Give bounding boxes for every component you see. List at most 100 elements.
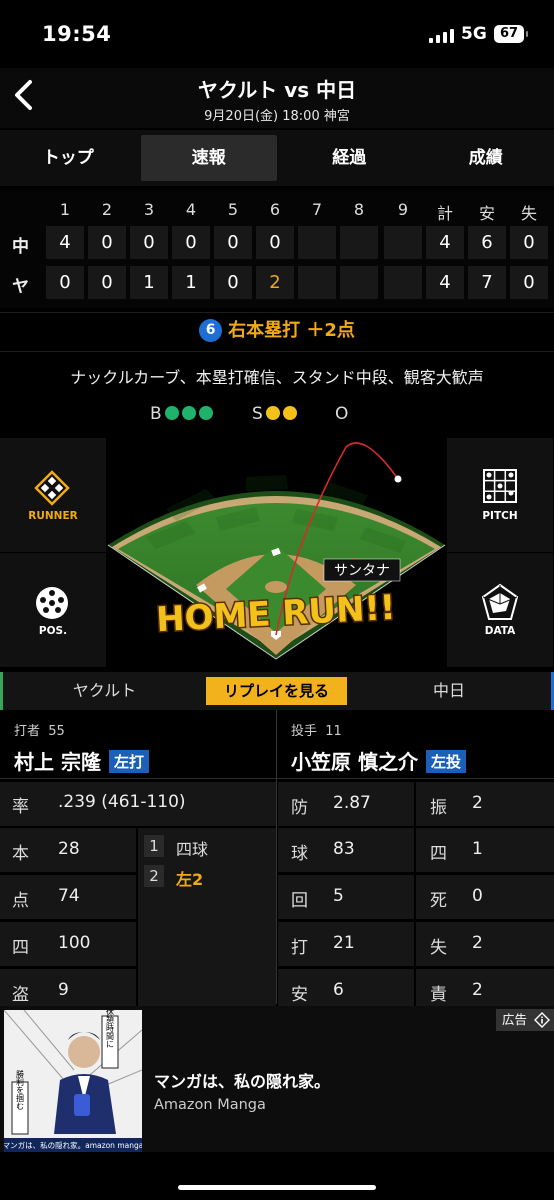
inning-header: 4 bbox=[185, 200, 197, 219]
out-count: O bbox=[335, 404, 348, 424]
pitcher-name-row: 小笠原 慎之介 左投 bbox=[291, 746, 466, 775]
stats-top-divider bbox=[0, 778, 554, 779]
at-bat-number: 2 bbox=[144, 865, 164, 887]
at-bat-result: 四球 bbox=[176, 840, 209, 859]
pitcher-label: 投手 11 bbox=[291, 724, 342, 739]
pitch-button[interactable]: PITCH bbox=[447, 438, 553, 552]
runner-label: RUNNER bbox=[28, 510, 78, 522]
inning-score: 1 bbox=[172, 266, 210, 299]
inning-score: 0 bbox=[130, 226, 168, 259]
pitcher-stat-label: 防 bbox=[291, 798, 308, 818]
total-header: 安 bbox=[478, 204, 495, 223]
batter-stat-label: 点 bbox=[12, 891, 29, 911]
pitcher-stat-label-2: 四 bbox=[430, 844, 447, 864]
play-result-text: 右本塁打 ＋2点 bbox=[228, 320, 355, 341]
ad-image[interactable]: 休憩時間に 勝利を掴む マンガは、私の隠れ家。amazon manga bbox=[3, 1007, 143, 1152]
page-title: ヤクルト vs 中日 bbox=[197, 78, 357, 102]
pitch-chart-icon bbox=[483, 469, 517, 503]
bottom-area bbox=[0, 1152, 554, 1200]
inning-header: 1 bbox=[59, 200, 71, 219]
batter-stat-label: 盗 bbox=[12, 985, 29, 1005]
pitcher-stat-value: 21 bbox=[333, 933, 355, 953]
batter-name-row: 村上 宗隆 左打 bbox=[14, 746, 149, 775]
pitcher-stat-value-2: 2 bbox=[472, 980, 483, 1000]
pitcher-stat-value: 83 bbox=[333, 839, 355, 859]
info-icon bbox=[534, 1012, 550, 1028]
inning-score bbox=[340, 226, 378, 259]
team-initial: ヤ bbox=[12, 277, 29, 297]
out-label: O bbox=[335, 404, 349, 424]
pitcher-stat-value: 6 bbox=[333, 980, 344, 1000]
inning-header: 3 bbox=[143, 200, 155, 219]
tab-top[interactable]: トップ bbox=[0, 130, 137, 186]
replay-button[interactable]: リプレイを見る bbox=[206, 677, 347, 705]
batter-stat-value: 100 bbox=[58, 933, 91, 953]
batter-avg-label: 率 bbox=[12, 797, 29, 817]
pitcher-stat-value-2: 1 bbox=[472, 839, 483, 859]
ad-title[interactable]: マンガは、私の隠れ家。 bbox=[154, 1068, 330, 1092]
pitcher-stat-label: 安 bbox=[291, 985, 308, 1005]
batter-name: 村上 宗隆 bbox=[14, 750, 101, 774]
batter-label: 打者 55 bbox=[14, 724, 65, 739]
home-team-tab[interactable]: ヤクルト bbox=[0, 672, 206, 710]
fielder-name: サンタナ bbox=[334, 563, 390, 579]
tab-live[interactable]: 速報 bbox=[140, 135, 277, 181]
ball-label: B bbox=[150, 404, 162, 424]
inning-score: 0 bbox=[88, 266, 126, 299]
pitcher-stat-value-2: 2 bbox=[472, 933, 483, 953]
ad-illustration: 休憩時間に 勝利を掴む マンガは、私の隠れ家。amazon manga bbox=[3, 1007, 143, 1152]
total-score: 4 bbox=[426, 266, 464, 299]
inning-header: 7 bbox=[311, 200, 323, 219]
pitcher-stat-label-2: 失 bbox=[430, 938, 447, 958]
position-label: POS. bbox=[38, 625, 68, 637]
inning-header: 2 bbox=[101, 200, 113, 219]
tab-progress[interactable]: 経過 bbox=[281, 130, 418, 186]
ball-count: B bbox=[150, 404, 213, 424]
total-score: 7 bbox=[468, 266, 506, 299]
ad-image-caption: マンガは、私の隠れ家。amazon manga bbox=[4, 1140, 142, 1150]
ball-dot bbox=[198, 406, 213, 420]
position-button[interactable]: POS. bbox=[0, 553, 106, 667]
network-label: 5G bbox=[461, 24, 487, 44]
inning-score: 2 bbox=[256, 266, 294, 299]
strike-label: S bbox=[252, 404, 263, 424]
total-header: 失 bbox=[520, 204, 537, 223]
home-indicator[interactable] bbox=[178, 1185, 376, 1190]
field-diagram: サンタナ HOME RUN!! bbox=[106, 437, 447, 667]
pitcher-name: 小笠原 慎之介 bbox=[291, 750, 418, 774]
runner-button[interactable]: RUNNER bbox=[0, 438, 106, 552]
battery-icon: 67 bbox=[494, 25, 528, 43]
batter-avg-value: .239 (461-110) bbox=[58, 792, 186, 812]
strike-count: S bbox=[252, 404, 297, 424]
at-bat-number: 1 bbox=[144, 835, 164, 857]
pitcher-hand-badge: 左投 bbox=[425, 750, 466, 773]
strike-dot bbox=[265, 406, 280, 420]
batter-stat-value: 9 bbox=[58, 980, 69, 1000]
pitcher-stat-value-2: 2 bbox=[472, 793, 483, 813]
pitch-label: PITCH bbox=[482, 510, 518, 522]
data-button[interactable]: DATA bbox=[447, 553, 553, 667]
at-bat-result: 左2 bbox=[176, 870, 204, 889]
play-description: ナックルカーブ、本塁打確信、スタンド中段、観客大歓声 bbox=[70, 368, 484, 387]
away-team-tab[interactable]: 中日 bbox=[347, 672, 554, 710]
data-label: DATA bbox=[484, 625, 516, 637]
tab-stats[interactable]: 成績 bbox=[418, 130, 554, 186]
inning-header: 6 bbox=[269, 200, 281, 219]
batter-hand-badge: 左打 bbox=[108, 750, 149, 773]
ad-label[interactable]: 広告 bbox=[496, 1009, 554, 1031]
total-score: 0 bbox=[510, 226, 548, 259]
signal-icon bbox=[429, 29, 455, 43]
play-event: 6 右本塁打 ＋2点 bbox=[0, 316, 554, 342]
play-number-badge: 6 bbox=[199, 319, 223, 342]
inning-score: 0 bbox=[172, 226, 210, 259]
position-icon bbox=[36, 587, 68, 619]
pitcher-stat-label-2: 責 bbox=[430, 985, 447, 1005]
inning-score: 0 bbox=[214, 266, 252, 299]
batter-stat-value: 74 bbox=[58, 886, 80, 906]
tab-bar: トップ 速報 経過 成績 bbox=[0, 130, 554, 186]
ball-dot bbox=[164, 406, 179, 420]
inning-score bbox=[298, 266, 336, 299]
inning-score bbox=[340, 266, 378, 299]
inning-score bbox=[298, 226, 336, 259]
ad-bubble-1: 休憩時間に bbox=[106, 1010, 115, 1048]
